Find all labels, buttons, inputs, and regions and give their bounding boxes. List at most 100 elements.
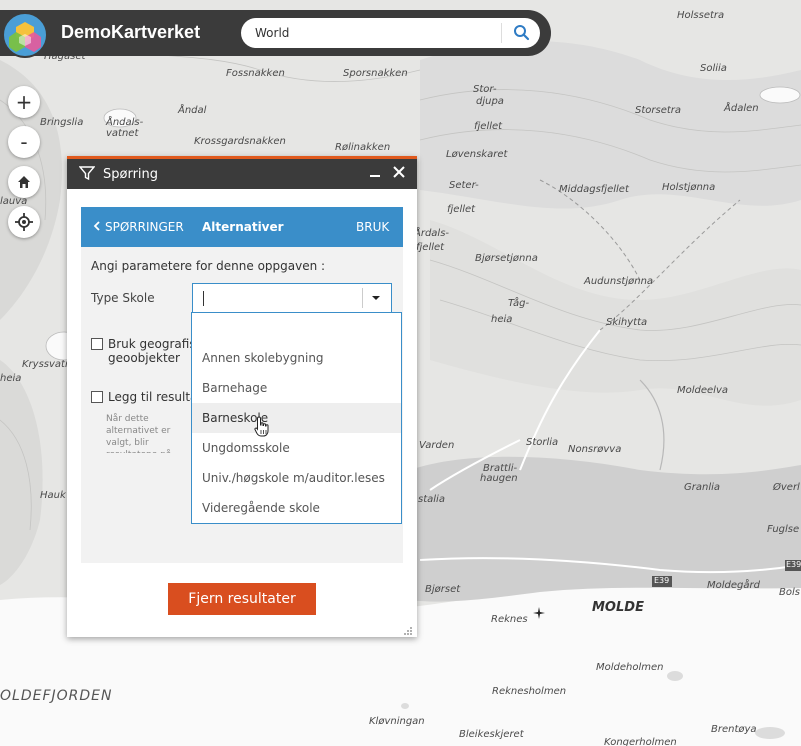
- app-title: DemoKartverket: [61, 22, 201, 42]
- search-button[interactable]: [509, 23, 533, 43]
- map-label: Ådalen: [724, 103, 759, 114]
- home-button[interactable]: [8, 166, 40, 198]
- compass-rose-icon: [533, 607, 545, 619]
- map-label: fjellet: [447, 204, 476, 215]
- search-divider: [501, 23, 502, 43]
- map-label: Fossnakken: [226, 68, 285, 79]
- type-skole-dropdown: Annen skolebygning Barnehage Barneskole …: [191, 312, 402, 524]
- map-label: stalia: [418, 494, 445, 505]
- type-skole-label: Type Skole: [91, 291, 155, 305]
- road-shield: E39: [786, 560, 801, 569]
- add-results-checkbox[interactable]: [91, 391, 103, 403]
- map-label: Holstjønna: [662, 182, 716, 193]
- minimize-button[interactable]: [367, 163, 383, 183]
- map-label: Tåg-: [508, 298, 530, 309]
- dropdown-option-hovered[interactable]: Barneskole: [192, 403, 401, 433]
- text-cursor: [203, 291, 204, 306]
- query-nav-bar: SPØRRINGER Alternativer BRUK: [81, 207, 403, 247]
- clear-results-button[interactable]: Fjern resultater: [168, 583, 316, 615]
- map-label: Nonsrøvva: [568, 444, 622, 455]
- back-label: SPØRRINGER: [105, 220, 184, 234]
- minimize-icon: [370, 175, 380, 177]
- map-label: Bjørset: [425, 584, 461, 595]
- map-label: Kløvningan: [369, 716, 425, 727]
- logo-icon: [9, 22, 41, 52]
- map-label: Stor-: [473, 84, 497, 95]
- dropdown-option-empty[interactable]: [192, 313, 401, 343]
- panel-header[interactable]: Spørring: [67, 159, 417, 189]
- map-label: Reknes: [491, 614, 528, 625]
- back-to-queries-link[interactable]: SPØRRINGER: [93, 220, 184, 234]
- resize-grip-icon[interactable]: [403, 626, 413, 636]
- map-label: Bjørsetjønna: [475, 253, 538, 264]
- map-label: fjellet: [474, 121, 503, 132]
- filter-icon: [79, 166, 95, 181]
- close-icon: [393, 166, 405, 178]
- map-label: Åndals-vatnet: [106, 117, 144, 139]
- select-divider: [362, 288, 363, 308]
- map-label: Fuglse: [767, 524, 800, 535]
- add-results-note: Når dette alternativet er valgt, blir re…: [106, 414, 171, 453]
- map-label: Kryssvatn: [22, 359, 72, 370]
- add-results-option: Legg til resultater: [91, 390, 201, 406]
- chevron-down-icon[interactable]: [371, 290, 381, 306]
- zoom-out-button[interactable]: -: [8, 126, 40, 158]
- locate-button[interactable]: [8, 206, 40, 238]
- map-label: Moldegård: [707, 580, 760, 591]
- search-box: [241, 18, 540, 48]
- map-label: Rølinakken: [335, 142, 391, 153]
- panel-title: Spørring: [103, 167, 159, 182]
- dropdown-option[interactable]: Ungdomsskole: [192, 433, 401, 463]
- hand-cursor-icon: [254, 416, 269, 437]
- map-label: Soliia: [700, 63, 727, 74]
- map-label: Seter-: [449, 180, 479, 191]
- map-label: Storlia: [526, 437, 559, 448]
- map-label: djupa: [476, 96, 504, 107]
- map-label: Krossgardsnakken: [194, 136, 286, 147]
- map-label: Holssetra: [677, 10, 725, 21]
- zoom-in-button[interactable]: +: [8, 86, 40, 118]
- map-label: Løvenskaret: [446, 149, 508, 160]
- app-logo: [2, 12, 48, 58]
- map-label: Brentøya: [711, 724, 757, 735]
- map-label-city: MOLDE: [592, 600, 644, 615]
- map-label: Åndal: [178, 105, 207, 116]
- map-label: Kongerholmen: [604, 737, 677, 746]
- chevron-left-icon: [93, 221, 100, 231]
- map-label: Moldeelva: [677, 385, 729, 396]
- apply-button[interactable]: BRUK: [356, 220, 389, 234]
- map-label: Årdals-: [414, 228, 450, 239]
- search-icon: [514, 25, 530, 41]
- map-label: Sporsnakken: [343, 68, 408, 79]
- map-label: Bols: [779, 587, 800, 598]
- map-label: Skihytta: [606, 317, 648, 328]
- map-label: Audunstjønna: [584, 276, 654, 287]
- search-input[interactable]: [255, 24, 485, 42]
- road-shield: E39: [654, 576, 670, 585]
- map-label: fjellet: [416, 242, 445, 253]
- home-icon: [18, 176, 30, 188]
- dropdown-option[interactable]: Barnehage: [192, 373, 401, 403]
- map-label: Moldeholmen: [596, 662, 664, 673]
- map-label: Varden: [419, 440, 455, 451]
- map-label: Reknesholmen: [492, 686, 567, 697]
- map-label: heia: [491, 314, 513, 325]
- parameters-prompt: Angi parametere for denne oppgaven :: [91, 259, 326, 273]
- dropdown-option[interactable]: Videregående skole: [192, 493, 401, 523]
- type-skole-select[interactable]: [192, 283, 392, 313]
- map-label: Øverl: [773, 482, 800, 493]
- geo-features-checkbox[interactable]: [91, 338, 103, 350]
- map-label: haugen: [480, 473, 518, 484]
- map-label: Storsetra: [635, 105, 682, 116]
- map-label: Bringslia: [40, 117, 84, 128]
- add-results-label: Legg til resultater: [108, 390, 193, 404]
- map-label: heia: [0, 373, 22, 384]
- map-label-fjord: OLDEFJORDEN: [0, 688, 113, 704]
- map-label: Bleikeskjeret: [459, 729, 524, 740]
- dropdown-option[interactable]: Annen skolebygning: [192, 343, 401, 373]
- map-label: Hauk: [40, 490, 66, 501]
- map-label: Granlia: [684, 482, 721, 493]
- map-label: Middagsfjellet: [559, 184, 629, 195]
- close-button[interactable]: [390, 163, 408, 183]
- dropdown-option[interactable]: Univ./høgskole m/auditor.leses: [192, 463, 401, 493]
